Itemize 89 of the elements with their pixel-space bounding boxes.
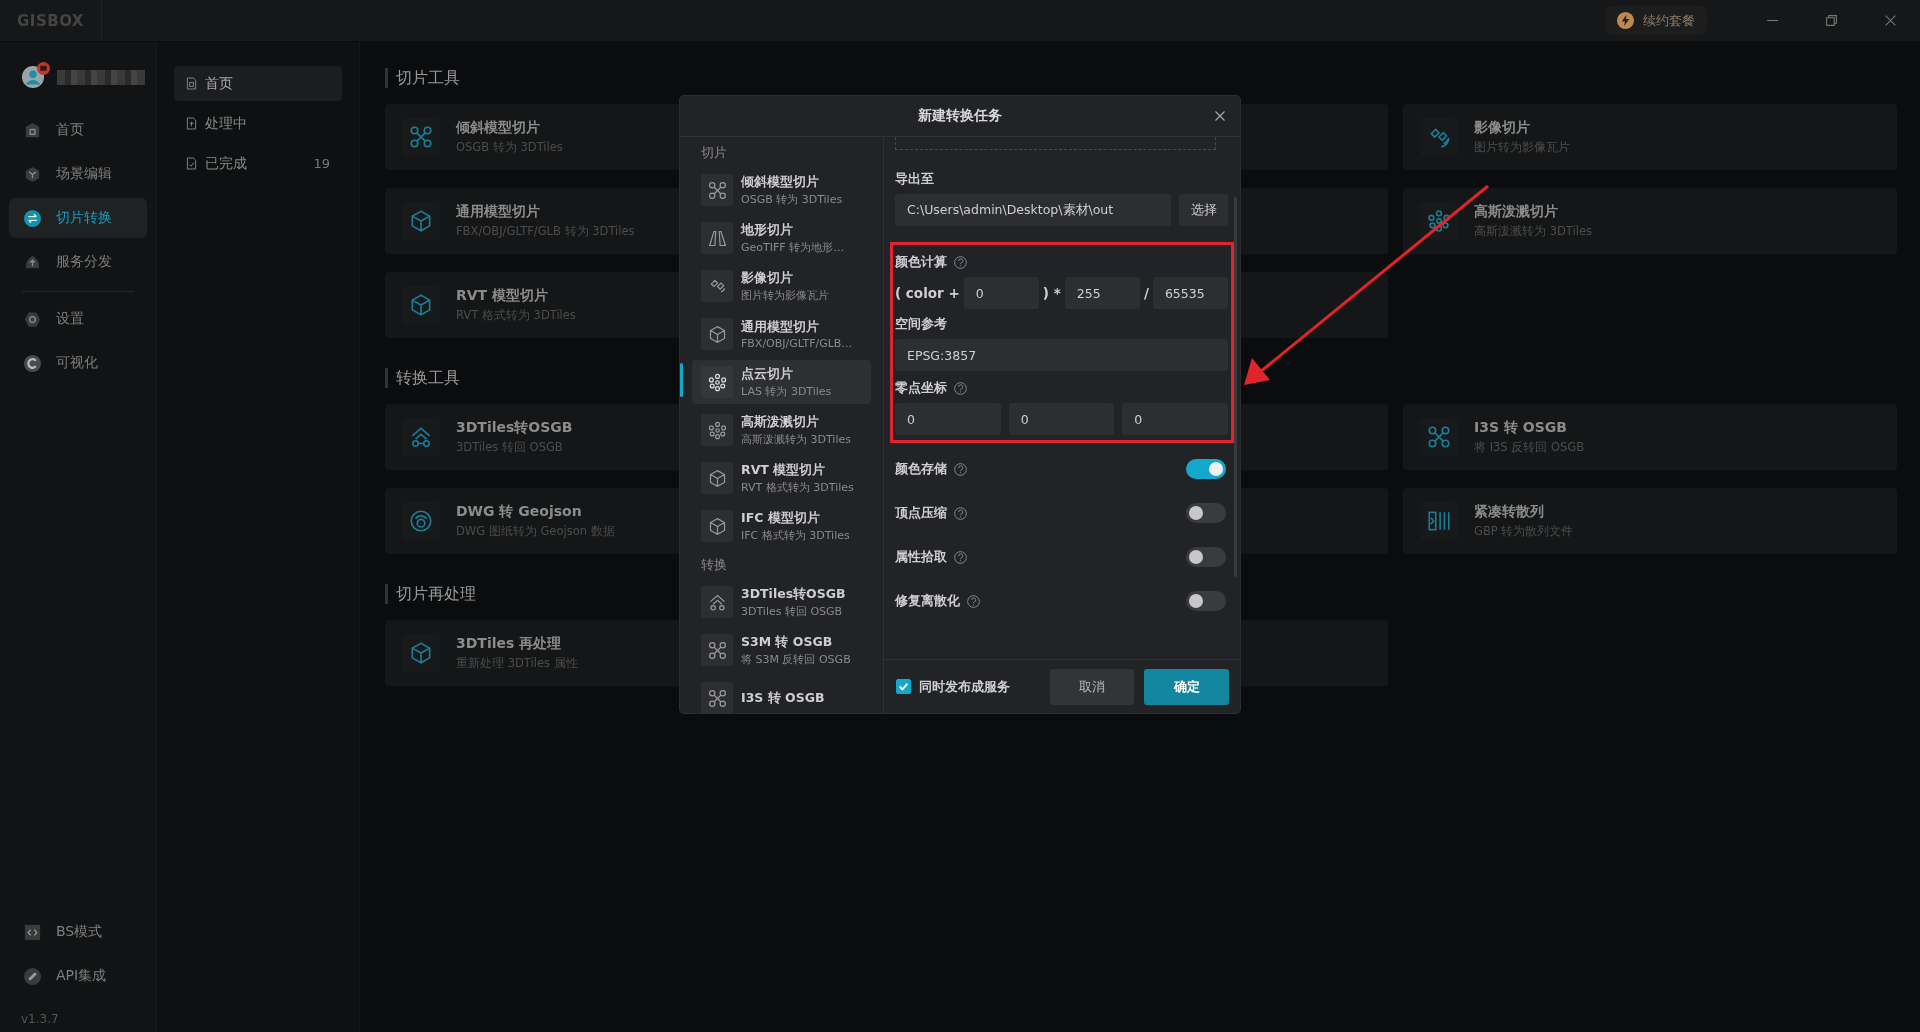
hexagon-icon	[23, 164, 42, 184]
lightning-icon	[1616, 11, 1635, 30]
document-icon	[186, 157, 197, 170]
task-type-item[interactable]: S3M 转 OSGB 将 S3M 反转回 OSGB	[692, 628, 871, 672]
drone-icon	[408, 124, 434, 150]
offset-field[interactable]: 0	[963, 277, 1039, 309]
multiplier-field[interactable]: 255	[1064, 277, 1140, 309]
card-title: 紧凑转散列	[1474, 503, 1545, 521]
formula-text: /	[1143, 285, 1149, 301]
subnav-item[interactable]: 处理中	[174, 106, 342, 141]
field-label: 属性拾取	[895, 548, 947, 566]
nav-item[interactable]: 设置	[9, 299, 147, 339]
document-icon	[186, 77, 197, 90]
help-icon[interactable]	[954, 506, 967, 520]
checkmark-icon	[897, 680, 910, 693]
toggle-switch[interactable]	[1186, 459, 1226, 479]
close-icon[interactable]	[1214, 110, 1226, 122]
dots-icon	[1426, 208, 1452, 234]
card-title: 3DTiles转OSGB	[456, 419, 573, 437]
confirm-button[interactable]: 确定	[1144, 668, 1229, 705]
group-label: 切片	[700, 144, 728, 162]
settings-icon	[23, 309, 42, 329]
card-title: RVT 模型切片	[456, 287, 550, 305]
cancel-button[interactable]: 取消	[1050, 668, 1134, 705]
nav-item[interactable]: 服务分发	[9, 242, 147, 282]
field-label: 颜色计算	[895, 253, 947, 271]
message-badge-icon	[37, 62, 50, 75]
nav-item[interactable]: 切片转换	[9, 198, 147, 238]
card-title: 高斯泼溅切片	[1474, 203, 1559, 221]
help-icon[interactable]	[967, 594, 980, 608]
card-title: I3S 转 OSGB	[1474, 419, 1568, 437]
checkbox-label: 同时发布成服务	[919, 677, 1010, 696]
nav-item[interactable]: API集成	[9, 956, 147, 996]
section-title: 切片工具	[385, 68, 1897, 88]
toggle-switch[interactable]	[1186, 591, 1226, 611]
coordinate-field[interactable]: 0	[1008, 403, 1115, 435]
link-icon	[23, 966, 42, 986]
version-label: v1.3.7	[20, 1011, 60, 1026]
dialog-title: 新建转换任务	[918, 107, 1002, 125]
restore-icon[interactable]	[1825, 14, 1838, 27]
drone-icon	[706, 687, 728, 709]
close-icon[interactable]	[1884, 14, 1897, 27]
task-type-item[interactable]: 高斯泼溅切片 高斯泼溅转为 3DTiles	[692, 408, 871, 452]
help-icon[interactable]	[954, 550, 967, 564]
checkbox[interactable]	[896, 679, 911, 694]
formula-text: ( color +	[895, 285, 960, 301]
nav-item[interactable]: BS模式	[9, 912, 147, 952]
card-title: 影像切片	[1474, 119, 1531, 137]
code-icon	[23, 922, 42, 942]
help-icon[interactable]	[954, 462, 967, 476]
nav-item[interactable]: 可视化	[9, 343, 147, 383]
toggle-switch[interactable]	[1186, 503, 1226, 523]
dots-icon	[706, 419, 728, 441]
card-title: 3DTiles 再处理	[456, 635, 563, 653]
drone-icon	[706, 179, 728, 201]
field-label: 颜色存储	[895, 460, 947, 478]
coordinate-field[interactable]: 0	[1122, 403, 1228, 435]
scrollbar[interactable]	[1234, 197, 1237, 577]
help-icon[interactable]	[954, 381, 967, 395]
target-icon	[408, 508, 434, 534]
home-icon	[23, 120, 42, 140]
circle-icon	[23, 353, 42, 373]
select-button[interactable]: 选择	[1179, 194, 1228, 226]
nav-item[interactable]: 首页	[9, 110, 147, 150]
card-title: 通用模型切片	[456, 203, 541, 221]
task-type-item[interactable]: 点云切片 LAS 转为 3DTiles	[692, 360, 871, 404]
task-type-item[interactable]: IFC 模型切片 IFC 格式转为 3DTiles	[692, 504, 871, 548]
field-label: 空间参考	[895, 315, 948, 333]
subnav-item[interactable]: 已完成 19	[174, 146, 342, 181]
swap-icon	[23, 208, 42, 228]
drone-icon	[706, 639, 728, 661]
spatial-reference-field[interactable]: EPSG:3857	[895, 339, 1228, 371]
card-title: DWG 转 Geojson	[456, 503, 583, 521]
coordinate-field[interactable]: 0	[895, 403, 1001, 435]
nav-item[interactable]: 场景编辑	[9, 154, 147, 194]
group-label: 转换	[700, 556, 728, 574]
subnav-item[interactable]: 首页	[174, 66, 342, 101]
path-field[interactable]: C:\Users\admin\Desktop\素材\out	[895, 194, 1171, 226]
field-label: 导出至	[895, 170, 935, 188]
card-title: 倾斜模型切片	[456, 119, 541, 137]
renew-button[interactable]: 续约套餐	[1606, 6, 1707, 35]
help-icon[interactable]	[954, 255, 967, 269]
drone-icon	[1426, 424, 1452, 450]
document-icon	[186, 117, 197, 130]
field-label: 顶点压缩	[895, 504, 947, 522]
divisor-field[interactable]: 65535	[1152, 277, 1228, 309]
toggle-switch[interactable]	[1186, 547, 1226, 567]
dots-icon	[706, 371, 728, 393]
formula-text: ) *	[1042, 285, 1061, 301]
